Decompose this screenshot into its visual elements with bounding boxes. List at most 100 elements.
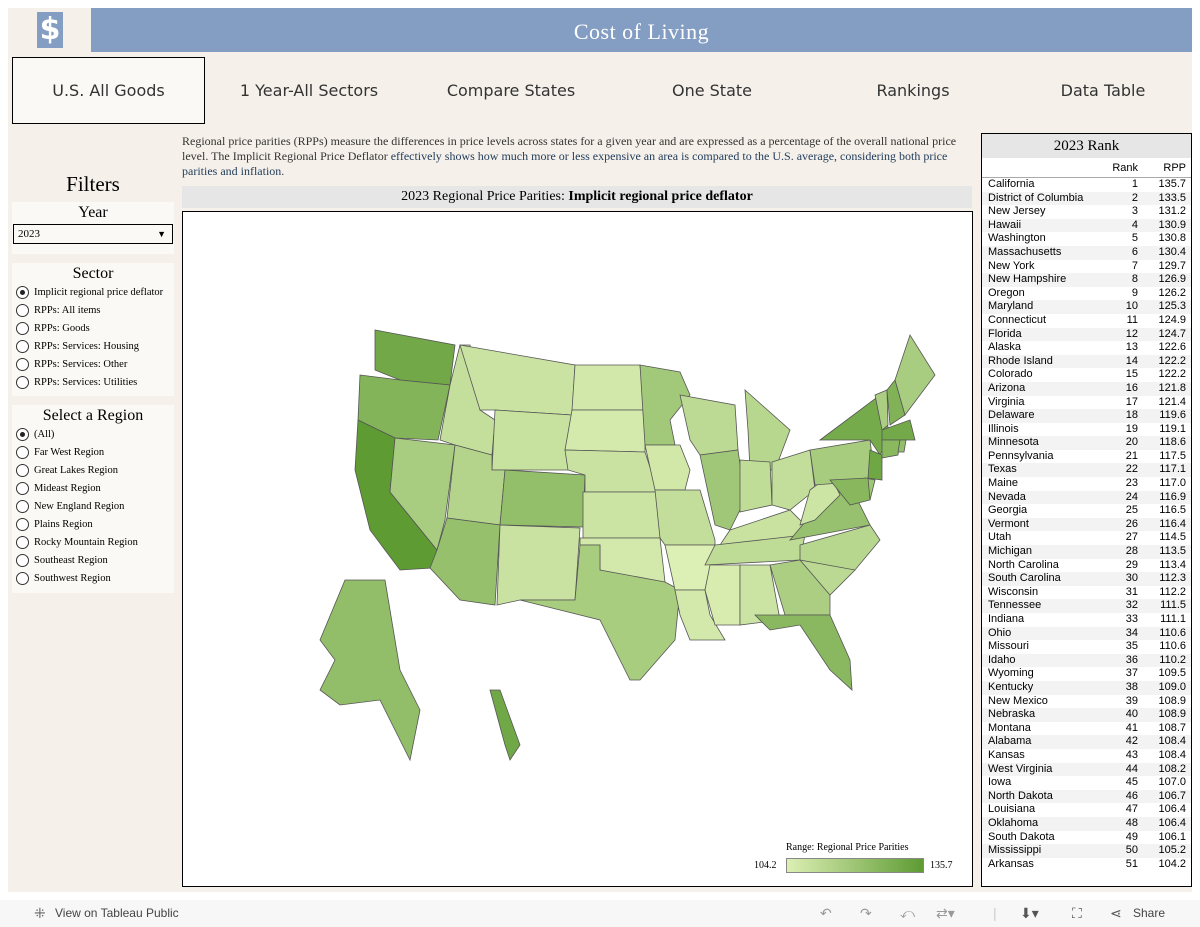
state-name: Tennessee <box>988 599 1042 612</box>
state-rpp: 130.4 <box>1158 245 1186 258</box>
state-rank: 22 <box>1125 463 1138 476</box>
undo-icon[interactable]: ↶ <box>820 905 832 922</box>
radio-icon[interactable] <box>16 553 29 567</box>
refresh-icon[interactable]: ⇄▾ <box>936 905 955 922</box>
state-new-jersey[interactable] <box>867 449 883 481</box>
sector-option-label: RPPs: All items <box>34 304 101 316</box>
sector-option[interactable]: RPPs: Services: Other <box>12 355 174 373</box>
state-name: Rhode Island <box>988 354 1053 367</box>
tab-rankings[interactable]: Rankings <box>815 57 1011 124</box>
state-name: Alaska <box>988 341 1022 354</box>
tab-data-table[interactable]: Data Table <box>1011 57 1195 124</box>
state-name: Kansas <box>988 748 1025 761</box>
region-option[interactable]: Southeast Region <box>12 551 174 569</box>
region-option[interactable]: Rocky Mountain Region <box>12 533 174 551</box>
state-name: Ohio <box>988 626 1012 639</box>
state-rpp: 106.4 <box>1158 803 1186 816</box>
state-rpp: 133.5 <box>1158 191 1186 204</box>
state-rank: 42 <box>1125 735 1138 748</box>
state-south-dakota[interactable] <box>564 409 646 453</box>
state-name: Texas <box>988 463 1017 476</box>
state-name: Minnesota <box>988 436 1039 449</box>
radio-icon[interactable] <box>16 303 29 317</box>
state-north-dakota[interactable] <box>571 364 646 411</box>
region-option-label: Great Lakes Region <box>34 464 118 476</box>
state-rank: 7 <box>1131 259 1138 272</box>
state-rpp: 124.7 <box>1158 327 1186 340</box>
radio-icon[interactable] <box>16 321 29 335</box>
state-rpp: 126.9 <box>1158 273 1186 286</box>
rank-row: Alaska 13 122.6 <box>982 341 1191 355</box>
region-option-label: Mideast Region <box>34 482 101 494</box>
sector-option[interactable]: RPPs: Services: Housing <box>12 337 174 355</box>
state-rpp: 118.6 <box>1159 436 1186 449</box>
download-icon[interactable]: ⬇▾ <box>1020 905 1039 922</box>
radio-icon[interactable] <box>16 339 29 353</box>
state-rank: 15 <box>1125 368 1138 381</box>
radio-icon[interactable] <box>16 481 29 495</box>
radio-icon[interactable] <box>16 499 29 513</box>
region-option[interactable]: New England Region <box>12 497 174 515</box>
rank-row: Nevada 24 116.9 <box>982 490 1191 505</box>
tab-1-year-all-sectors[interactable]: 1 Year-All Sectors <box>205 57 413 124</box>
state-wisconsin[interactable] <box>679 394 739 456</box>
radio-icon[interactable] <box>16 517 29 531</box>
share-icon[interactable]: ⋖ <box>1110 905 1122 922</box>
radio-icon[interactable] <box>16 375 29 389</box>
rank-title: 2023 Rank <box>982 134 1191 158</box>
radio-icon[interactable] <box>16 357 29 371</box>
tab-one-state[interactable]: One State <box>609 57 815 124</box>
rank-row: California 1 135.7 <box>982 178 1191 192</box>
view-on-tableau-public-link[interactable]: View on Tableau Public <box>55 906 179 920</box>
region-option[interactable]: Southwest Region <box>12 569 174 587</box>
col-rpp: RPP <box>1163 162 1186 174</box>
tab-compare-states[interactable]: Compare States <box>413 57 609 124</box>
redo-icon[interactable]: ↷ <box>860 905 872 922</box>
state-kansas[interactable] <box>582 491 661 539</box>
state-hawaii[interactable] <box>489 689 521 761</box>
region-option[interactable]: Mideast Region <box>12 479 174 497</box>
state-connecticut[interactable] <box>881 439 901 459</box>
radio-icon[interactable] <box>16 463 29 477</box>
tab-us-all-goods[interactable]: U.S. All Goods <box>12 57 205 124</box>
state-rank: 16 <box>1125 381 1138 394</box>
state-name: Kentucky <box>988 680 1034 693</box>
sector-option[interactable]: RPPs: Goods <box>12 319 174 337</box>
state-rpp: 108.4 <box>1158 735 1186 748</box>
state-alaska[interactable] <box>319 579 421 762</box>
year-dropdown[interactable]: 2023 ▼ <box>13 224 173 244</box>
fullscreen-icon[interactable]: ⛶ <box>1072 905 1082 922</box>
rank-row: Utah 27 114.5 <box>982 531 1191 545</box>
state-rank: 4 <box>1131 218 1138 231</box>
radio-icon[interactable] <box>16 285 29 299</box>
state-new-mexico[interactable] <box>496 524 581 606</box>
sector-option-label: RPPs: Services: Housing <box>34 340 140 352</box>
revert-icon[interactable]: ⤺ <box>900 905 915 922</box>
share-button[interactable]: Share <box>1133 906 1165 920</box>
state-colorado[interactable] <box>499 469 586 528</box>
radio-icon[interactable] <box>16 535 29 549</box>
state-missouri[interactable] <box>654 489 716 546</box>
state-rpp: 107.0 <box>1158 776 1186 789</box>
state-name: Wyoming <box>988 667 1034 680</box>
sector-option[interactable]: Implicit regional price deflator <box>12 283 174 301</box>
state-rpp: 113.4 <box>1159 558 1186 571</box>
state-indiana[interactable] <box>739 459 773 513</box>
state-name: New York <box>988 259 1035 272</box>
radio-icon[interactable] <box>16 571 29 585</box>
region-option[interactable]: (All) <box>12 425 174 443</box>
state-washington[interactable] <box>374 329 456 386</box>
state-rank: 50 <box>1125 844 1138 857</box>
state-rank: 32 <box>1125 599 1138 612</box>
state-rpp: 108.9 <box>1158 694 1186 707</box>
region-option[interactable]: Far West Region <box>12 443 174 461</box>
sector-option[interactable]: RPPs: All items <box>12 301 174 319</box>
state-florida[interactable] <box>754 614 853 691</box>
state-michigan[interactable] <box>744 389 791 471</box>
region-option[interactable]: Plains Region <box>12 515 174 533</box>
state-wyoming[interactable] <box>491 409 573 471</box>
radio-icon[interactable] <box>16 445 29 459</box>
radio-icon[interactable] <box>16 427 29 441</box>
sector-option[interactable]: RPPs: Services: Utilities <box>12 373 174 391</box>
region-option[interactable]: Great Lakes Region <box>12 461 174 479</box>
